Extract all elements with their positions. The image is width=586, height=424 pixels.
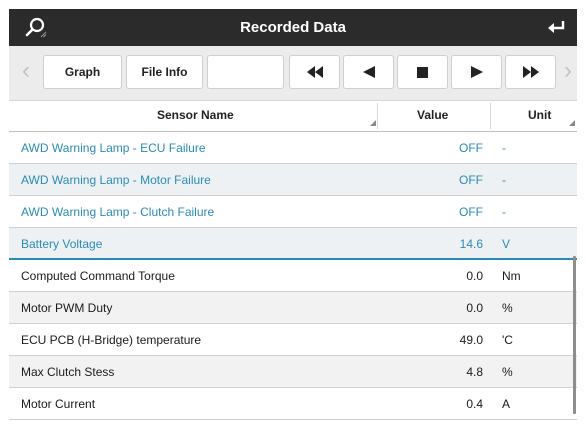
back-arrow-icon[interactable]: [545, 17, 567, 39]
play-button[interactable]: [451, 55, 502, 89]
unit-cell: Nm: [502, 269, 521, 283]
column-header-value[interactable]: Value: [417, 101, 448, 130]
value-cell: 4.8: [466, 365, 483, 379]
column-divider: [377, 103, 378, 129]
title-bar: Recorded Data: [9, 9, 577, 46]
sensor-name-cell: Motor Current: [21, 397, 96, 411]
column-header-sensor-name[interactable]: Sensor Name: [157, 101, 234, 130]
sensor-name-cell: Computed Command Torque: [21, 269, 175, 283]
chevron-right-icon[interactable]: ›: [557, 55, 579, 89]
table-row[interactable]: AWD Warning Lamp - Motor Failure OFF -: [9, 164, 577, 196]
graph-button[interactable]: Graph: [43, 55, 122, 89]
stop-button[interactable]: [397, 55, 448, 89]
blank-button[interactable]: [207, 55, 284, 89]
table-row[interactable]: Computed Command Torque 0.0 Nm: [9, 260, 577, 292]
table-row[interactable]: ECU PCB (H-Bridge) temperature 49.0 'C: [9, 324, 577, 356]
value-cell: 49.0: [459, 333, 483, 347]
fast-forward-button[interactable]: [505, 55, 556, 89]
column-header-unit[interactable]: Unit: [528, 101, 551, 130]
file-info-button[interactable]: File Info: [126, 55, 203, 89]
value-cell: 14.6: [459, 237, 483, 251]
sensor-name-cell: ECU PCB (H-Bridge) temperature: [21, 333, 202, 347]
value-cell: OFF: [459, 141, 483, 155]
rewind-button[interactable]: [289, 55, 340, 89]
step-back-button[interactable]: [343, 55, 394, 89]
table-row[interactable]: Battery Voltage 14.6 V: [9, 228, 577, 260]
resize-grip-icon[interactable]: [569, 120, 575, 126]
unit-cell: -: [502, 141, 506, 155]
playback-toolbar: ‹ Graph File Info ›: [9, 46, 577, 101]
unit-cell: %: [502, 301, 513, 315]
sensor-table: Sensor Name Value Unit AWD Warning Lamp …: [9, 101, 577, 420]
column-divider: [490, 103, 491, 129]
unit-cell: %: [502, 365, 513, 379]
table-row[interactable]: AWD Warning Lamp - Clutch Failure OFF -: [9, 196, 577, 228]
table-row[interactable]: Motor PWM Duty 0.0 %: [9, 292, 577, 324]
page-title: Recorded Data: [240, 19, 346, 36]
table-row[interactable]: Motor Current 0.4 A: [9, 388, 577, 420]
sensor-name-cell: Motor PWM Duty: [21, 301, 113, 315]
stop-icon: [417, 66, 428, 78]
sensor-name-cell: Battery Voltage: [21, 237, 103, 251]
unit-cell: V: [502, 237, 511, 251]
chevron-left-icon[interactable]: ‹: [15, 55, 37, 89]
rewind-icon: [306, 66, 323, 78]
resize-grip-icon[interactable]: [370, 120, 376, 126]
sensor-name-cell: Max Clutch Stess: [21, 365, 115, 379]
unit-cell: -: [502, 173, 506, 187]
play-icon: [470, 66, 483, 78]
table-row[interactable]: Max Clutch Stess 4.8 %: [9, 356, 577, 388]
unit-cell: A: [502, 397, 511, 411]
value-cell: 0.4: [466, 397, 483, 411]
value-cell: OFF: [459, 205, 483, 219]
fast-forward-icon: [522, 66, 539, 78]
sensor-name-cell: AWD Warning Lamp - Motor Failure: [21, 173, 211, 187]
table-header: Sensor Name Value Unit: [9, 101, 577, 132]
value-cell: 0.0: [466, 269, 483, 283]
sensor-name-cell: AWD Warning Lamp - Clutch Failure: [21, 205, 215, 219]
step-back-icon: [362, 66, 375, 78]
sensor-name-cell: AWD Warning Lamp - ECU Failure: [21, 141, 206, 155]
table-row[interactable]: AWD Warning Lamp - ECU Failure OFF -: [9, 132, 577, 164]
scrollbar[interactable]: [573, 256, 576, 414]
unit-cell: -: [502, 205, 506, 219]
unit-cell: 'C: [502, 333, 513, 347]
value-cell: OFF: [459, 173, 483, 187]
value-cell: 0.0: [466, 301, 483, 315]
